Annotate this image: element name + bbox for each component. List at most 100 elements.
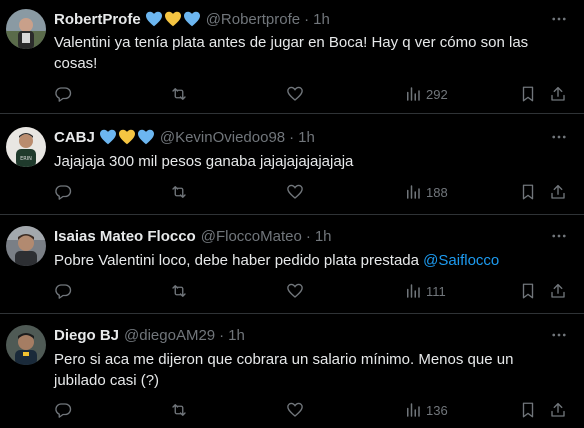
- bookmark-button[interactable]: [519, 280, 537, 302]
- heart-icon: [287, 86, 303, 101]
- yellow-heart-icon: [118, 129, 135, 145]
- tweet-text-body: Pobre Valentini loco, debe haber pedido …: [54, 252, 419, 269]
- share-button[interactable]: [549, 280, 567, 302]
- action-bar: 111: [54, 280, 576, 302]
- avatar[interactable]: ERIN: [6, 127, 46, 167]
- mention-link[interactable]: @Saiflocco: [423, 252, 499, 269]
- display-name[interactable]: Isaias Mateo Flocco: [54, 228, 196, 245]
- views-count: 292: [426, 86, 448, 102]
- svg-text:ERIN: ERIN: [20, 156, 32, 162]
- blue-heart-icon: [183, 11, 200, 27]
- reply-button[interactable]: [54, 280, 72, 302]
- action-bar: 188: [54, 181, 576, 203]
- share-icon: [551, 86, 565, 101]
- timeline-feed: RobertProfe @Robertprofe · 1h Valentini …: [0, 0, 584, 428]
- tweet[interactable]: Isaias Mateo Flocco @FloccoMateo · 1h Po…: [0, 215, 584, 314]
- timestamp[interactable]: 1h: [298, 129, 315, 146]
- name-emojis: [99, 129, 155, 145]
- bookmark-button[interactable]: [519, 83, 537, 105]
- views-icon: [407, 185, 420, 199]
- more-options-icon[interactable]: [548, 324, 570, 346]
- separator-dot: ·: [219, 326, 225, 344]
- tweet-header: RobertProfe @Robertprofe · 1h: [54, 9, 544, 29]
- tweet-header: CABJ @KevinOviedoo98 · 1h: [54, 127, 544, 147]
- avatar[interactable]: [6, 325, 46, 365]
- repost-icon: [172, 404, 186, 416]
- blue-heart-icon: [145, 11, 162, 27]
- more-options-icon[interactable]: [548, 8, 570, 30]
- reply-button[interactable]: [54, 399, 72, 421]
- views-count: 188: [426, 184, 448, 200]
- repost-button[interactable]: [170, 399, 188, 421]
- more-options-icon[interactable]: [548, 225, 570, 247]
- share-button[interactable]: [549, 83, 567, 105]
- repost-icon: [172, 88, 186, 100]
- blue-heart-icon: [99, 129, 116, 145]
- reply-icon: [55, 185, 72, 200]
- tweet[interactable]: Diego BJ @diegoAM29 · 1h Pero si aca me …: [0, 314, 584, 428]
- action-bar: 292: [54, 83, 576, 105]
- handle[interactable]: @KevinOviedoo98: [160, 129, 285, 146]
- timestamp[interactable]: 1h: [315, 228, 332, 245]
- heart-icon: [287, 283, 303, 298]
- tweet-header: Diego BJ @diegoAM29 · 1h: [54, 325, 544, 345]
- display-name[interactable]: RobertProfe: [54, 11, 141, 28]
- views-icon: [407, 403, 420, 417]
- share-icon: [551, 184, 565, 199]
- tweet-text: Jajajaja 300 mil pesos ganaba jajajajaja…: [54, 153, 354, 170]
- views-button[interactable]: 188: [404, 181, 448, 203]
- views-count: 136: [426, 402, 448, 418]
- display-name[interactable]: Diego BJ: [54, 327, 119, 344]
- tweet-text: Valentini ya tenía plata antes de jugar …: [54, 34, 529, 72]
- separator-dot: ·: [304, 10, 310, 28]
- share-button[interactable]: [549, 181, 567, 203]
- tweet-header: Isaias Mateo Flocco @FloccoMateo · 1h: [54, 226, 544, 246]
- reply-button[interactable]: [54, 181, 72, 203]
- views-button[interactable]: 292: [404, 83, 448, 105]
- reply-button[interactable]: [54, 83, 72, 105]
- separator-dot: ·: [289, 128, 295, 146]
- name-emojis: [145, 11, 201, 27]
- share-icon: [551, 402, 565, 417]
- display-name[interactable]: CABJ: [54, 129, 95, 146]
- views-button[interactable]: 136: [404, 399, 448, 421]
- bookmark-icon: [522, 283, 534, 299]
- tweet-text: Pobre Valentini loco, debe haber pedido …: [54, 250, 554, 271]
- heart-icon: [287, 184, 303, 199]
- handle[interactable]: @Robertprofe: [206, 11, 300, 28]
- tweet-text: Pero si aca me dijeron que cobrara un sa…: [54, 351, 514, 389]
- bookmark-icon: [522, 86, 534, 102]
- avatar[interactable]: [6, 226, 46, 266]
- yellow-heart-icon: [164, 11, 181, 27]
- views-icon: [407, 87, 420, 101]
- tweet[interactable]: ERIN CABJ @KevinOviedoo98 · 1h Jajajaja …: [0, 114, 584, 215]
- reply-icon: [55, 87, 72, 102]
- bookmark-icon: [522, 184, 534, 200]
- like-button[interactable]: [286, 181, 304, 203]
- like-button[interactable]: [286, 280, 304, 302]
- repost-button[interactable]: [170, 83, 188, 105]
- views-button[interactable]: 111: [404, 280, 446, 302]
- heart-icon: [287, 402, 303, 417]
- handle[interactable]: @FloccoMateo: [201, 228, 302, 245]
- repost-icon: [172, 285, 186, 297]
- tweet[interactable]: RobertProfe @Robertprofe · 1h Valentini …: [0, 0, 584, 114]
- repost-button[interactable]: [170, 280, 188, 302]
- bookmark-button[interactable]: [519, 399, 537, 421]
- timestamp[interactable]: 1h: [313, 11, 330, 28]
- action-bar: 136: [54, 399, 576, 421]
- repost-button[interactable]: [170, 181, 188, 203]
- separator-dot: ·: [305, 227, 311, 245]
- handle[interactable]: @diegoAM29: [124, 327, 215, 344]
- like-button[interactable]: [286, 83, 304, 105]
- repost-icon: [172, 186, 186, 198]
- timestamp[interactable]: 1h: [228, 327, 245, 344]
- avatar[interactable]: [6, 9, 46, 49]
- share-button[interactable]: [549, 399, 567, 421]
- more-options-icon[interactable]: [548, 126, 570, 148]
- like-button[interactable]: [286, 399, 304, 421]
- blue-heart-icon: [137, 129, 154, 145]
- bookmark-button[interactable]: [519, 181, 537, 203]
- views-count: 111: [426, 283, 446, 299]
- share-icon: [551, 283, 565, 298]
